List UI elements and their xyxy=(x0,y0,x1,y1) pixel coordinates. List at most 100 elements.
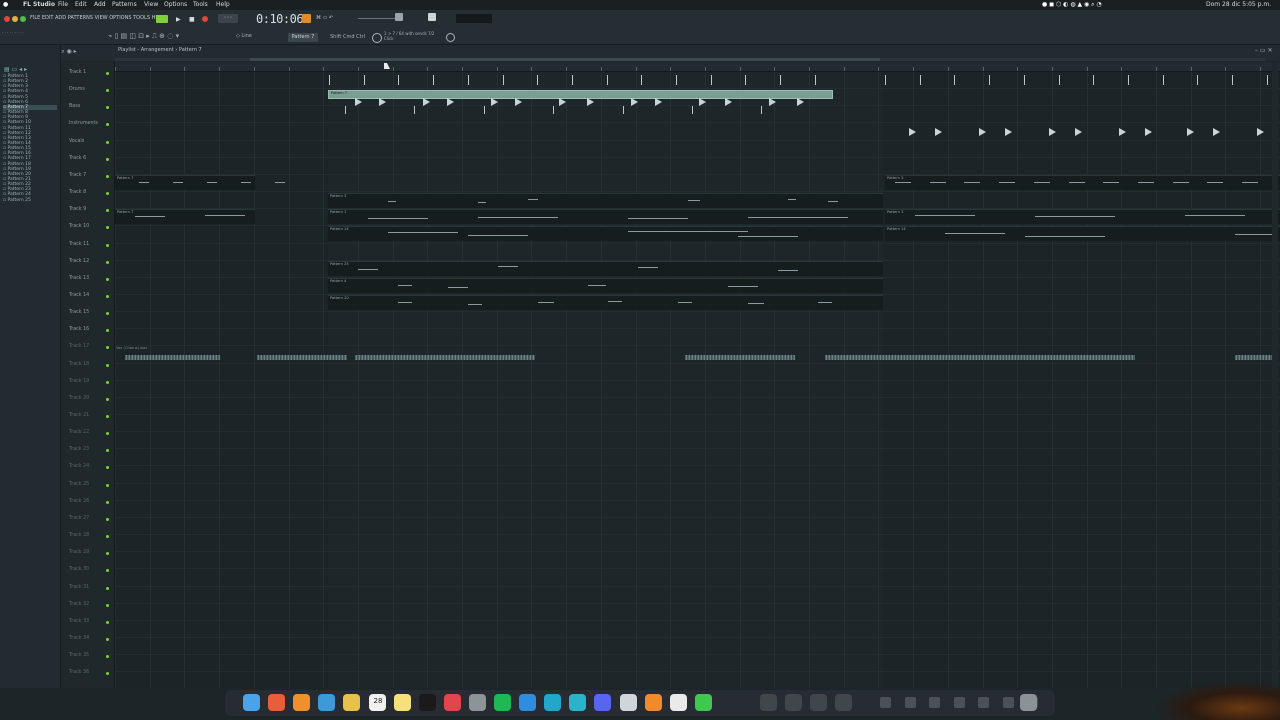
playlist-breadcrumb[interactable]: Playlist - Arrangement › Pattern 7 xyxy=(118,47,202,53)
menu-add[interactable]: Add xyxy=(94,1,106,8)
bass-note-marker[interactable] xyxy=(483,106,489,114)
finder-icon[interactable] xyxy=(243,694,260,711)
kick-note-marker[interactable] xyxy=(1058,75,1064,85)
track-mute-led[interactable] xyxy=(106,346,109,350)
chrome-icon[interactable] xyxy=(268,694,286,711)
menu-file[interactable]: File xyxy=(58,1,68,8)
horizontal-scroll-thumb[interactable] xyxy=(250,58,880,61)
audio-waveform[interactable] xyxy=(685,355,795,360)
kick-triangle[interactable] xyxy=(379,98,386,106)
plugin-icon[interactable] xyxy=(785,694,802,711)
track-name[interactable]: Track 11 xyxy=(69,242,89,247)
playlist-grid[interactable]: Pattern 7 Pattern 7 Pattern 3 Pattern 7 Patt… xyxy=(115,62,1280,688)
track-mute-led[interactable] xyxy=(106,243,109,247)
tool-icons[interactable]: ⌁ ▯ ▤ ◫ ⊡ ▸ ⎍ ⊕ ◌ ▾ xyxy=(108,32,179,41)
snap-shift[interactable]: Shift xyxy=(330,34,341,40)
track-name[interactable]: Track 27 xyxy=(69,516,89,521)
kick-note-marker[interactable] xyxy=(363,75,369,85)
stop-button[interactable]: ■ xyxy=(189,16,195,23)
network-icon[interactable] xyxy=(810,694,827,711)
track-mute-led[interactable] xyxy=(106,277,109,281)
bass-note-marker[interactable] xyxy=(761,106,766,114)
menu-edit[interactable]: Edit xyxy=(75,1,87,8)
vertical-scrollbar[interactable] xyxy=(1272,62,1278,688)
track-mute-led[interactable] xyxy=(106,466,109,470)
dock-recent-item[interactable] xyxy=(880,697,891,708)
kick-note-marker[interactable] xyxy=(1266,75,1272,85)
drum-pattern-clip[interactable]: Pattern 7 xyxy=(328,90,833,99)
track-name[interactable]: Track 34 xyxy=(69,636,89,641)
track-name[interactable]: Track 7 xyxy=(69,173,86,178)
kick-triangle[interactable] xyxy=(631,98,638,106)
track-name[interactable]: Instruments xyxy=(69,121,98,126)
pattern-clip[interactable]: Pattern 7 xyxy=(115,175,285,190)
audio-waveform[interactable] xyxy=(257,355,347,360)
kick-note-marker[interactable] xyxy=(1197,75,1202,85)
track-mute-led[interactable] xyxy=(106,672,109,676)
track-name[interactable]: Track 12 xyxy=(69,259,89,264)
song-time-display[interactable]: 0:10:06 xyxy=(256,12,304,26)
kick-triangle[interactable] xyxy=(797,98,804,106)
kick-note-marker[interactable] xyxy=(814,75,820,85)
tempo-display[interactable]: ◦◦◦ xyxy=(218,14,238,23)
kick-triangle[interactable] xyxy=(725,98,732,106)
kick-note-marker[interactable] xyxy=(780,75,785,85)
track-mute-led[interactable] xyxy=(106,226,109,230)
kick-note-marker[interactable] xyxy=(502,75,508,85)
kick-note-marker[interactable] xyxy=(710,75,716,85)
metronome-button[interactable] xyxy=(302,14,311,23)
kick-triangle[interactable] xyxy=(423,98,430,106)
track-mute-led[interactable] xyxy=(106,192,109,196)
pattern-selector[interactable]: Pattern 7 xyxy=(288,33,318,42)
track-name[interactable]: Track 23 xyxy=(69,447,89,452)
play-button[interactable]: ▶ xyxy=(176,16,181,23)
track-mute-led[interactable] xyxy=(106,569,109,573)
pattern-clip[interactable]: Pattern 25 xyxy=(328,261,883,276)
pattern-clip[interactable]: Pattern 7 xyxy=(115,209,255,224)
audio-clip-label[interactable]: Vox (Chorus).wav xyxy=(116,346,147,350)
bass-note-marker[interactable] xyxy=(414,106,419,114)
kick-note-marker[interactable] xyxy=(1162,75,1168,85)
track-name[interactable]: Track 30 xyxy=(69,567,89,572)
kick-triangle[interactable] xyxy=(447,98,454,106)
kick-triangle[interactable] xyxy=(491,98,498,106)
track-mute-led[interactable] xyxy=(106,157,109,161)
track-mute-led[interactable] xyxy=(106,106,109,110)
kick-note-marker[interactable] xyxy=(571,75,577,85)
track-mute-led[interactable] xyxy=(106,140,109,144)
track-name[interactable]: Track 33 xyxy=(69,619,89,624)
dock-recent-item[interactable] xyxy=(1002,697,1014,708)
menu-view[interactable]: View xyxy=(144,1,158,8)
kick-note-marker[interactable] xyxy=(398,75,403,85)
line-snap-icon[interactable]: ◇ Line xyxy=(236,33,252,39)
metronome-icon[interactable] xyxy=(372,33,382,43)
track-name[interactable]: Track 35 xyxy=(69,653,89,658)
track-name[interactable]: Track 20 xyxy=(69,396,89,401)
notes-icon[interactable] xyxy=(393,694,411,711)
picker-pattern-item[interactable]: ▫ Pattern 25 xyxy=(3,198,31,203)
track-mute-led[interactable] xyxy=(106,123,109,127)
pattern-clip[interactable]: Pattern 4 xyxy=(328,278,883,293)
app-store-icon[interactable] xyxy=(519,694,537,711)
snap-ctrl[interactable]: Ctrl xyxy=(356,34,365,40)
kick-note-marker[interactable] xyxy=(919,75,925,85)
track-name[interactable]: Track 31 xyxy=(69,585,89,590)
pattern-clip[interactable]: Pattern 14 xyxy=(885,226,1280,241)
pattern-clip[interactable]: Pattern 3 xyxy=(328,193,883,208)
tracktion-icon[interactable] xyxy=(760,694,777,711)
kick-note-marker[interactable] xyxy=(641,75,646,85)
spotify-icon[interactable] xyxy=(494,694,511,711)
track-mute-led[interactable] xyxy=(106,415,109,418)
snap-cmd[interactable]: Cmd xyxy=(343,34,355,40)
kick-triangle[interactable] xyxy=(559,98,566,106)
fl-studio-icon[interactable] xyxy=(293,694,311,711)
track-mute-led[interactable] xyxy=(106,260,109,264)
pattern-clip[interactable]: Pattern 1 xyxy=(328,209,883,224)
track-name[interactable]: Track 21 xyxy=(69,413,89,418)
ableton-icon[interactable] xyxy=(544,694,562,711)
track-mute-led[interactable] xyxy=(106,380,109,384)
kick-triangle[interactable] xyxy=(699,98,706,106)
timeline-ruler[interactable] xyxy=(115,62,1280,72)
window-minimize-button[interactable] xyxy=(12,16,18,22)
kick-triangle[interactable] xyxy=(769,98,776,106)
